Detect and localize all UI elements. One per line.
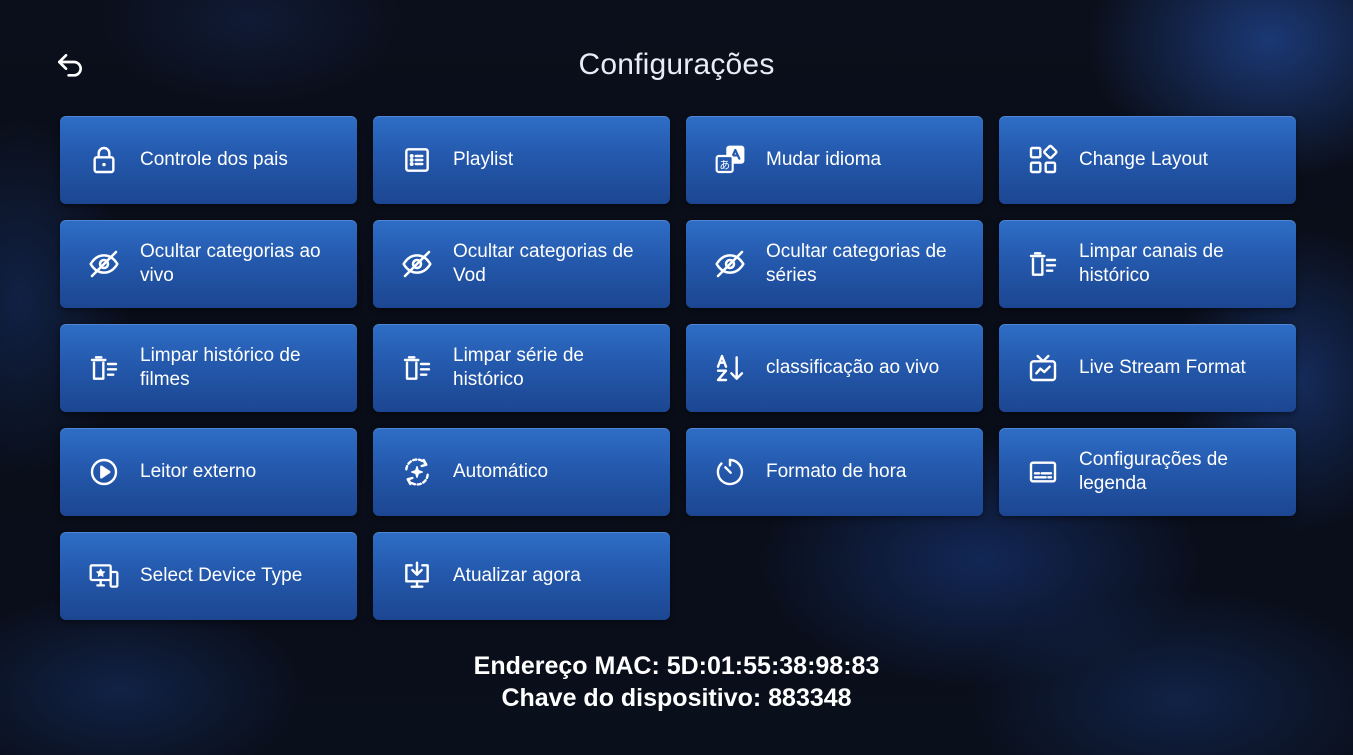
eye-off-icon bbox=[712, 246, 748, 282]
select-device-type-button[interactable]: Select Device Type bbox=[60, 532, 357, 620]
svg-text:あ: あ bbox=[719, 159, 730, 172]
clear-channel-history-button[interactable]: Limpar canais de histórico bbox=[999, 220, 1296, 308]
card-label: Mudar idioma bbox=[766, 149, 882, 170]
live-stream-format-button[interactable]: Live Stream Format bbox=[999, 324, 1296, 412]
subtitles-icon bbox=[1025, 454, 1061, 490]
card-label: Playlist bbox=[453, 149, 514, 170]
automatic-button[interactable]: Automático bbox=[373, 428, 670, 516]
card-label: classificação ao vivo bbox=[766, 357, 940, 378]
card-label: Live Stream Format bbox=[1079, 357, 1246, 378]
device-key: Chave do dispositivo: 883348 bbox=[501, 684, 852, 712]
page-title: Configurações bbox=[578, 48, 775, 81]
card-label: Atualizar agora bbox=[453, 565, 581, 586]
device-type-icon bbox=[86, 558, 122, 594]
card-label: Configurações de legenda bbox=[1079, 449, 1228, 494]
card-label: Ocultar categorias de Vod bbox=[453, 241, 634, 286]
mac-address: Endereço MAC: 5D:01:55:38:98:83 bbox=[473, 652, 880, 680]
card-label: Controle dos pais bbox=[140, 149, 288, 170]
time-format-button[interactable]: Formato de hora bbox=[686, 428, 983, 516]
card-label: Limpar série de histórico bbox=[453, 345, 584, 390]
play-circle-icon bbox=[86, 454, 122, 490]
eye-off-icon bbox=[399, 246, 435, 282]
card-label: Limpar canais de histórico bbox=[1079, 241, 1224, 286]
sort-az-icon bbox=[712, 350, 748, 386]
hide-live-categories-button[interactable]: Ocultar categorias ao vivo bbox=[60, 220, 357, 308]
clear-series-history-button[interactable]: Limpar série de histórico bbox=[373, 324, 670, 412]
layout-icon bbox=[1025, 142, 1061, 178]
live-sort-button[interactable]: classificação ao vivo bbox=[686, 324, 983, 412]
change-language-button[interactable]: あ Mudar idioma bbox=[686, 116, 983, 204]
eye-off-icon bbox=[86, 246, 122, 282]
update-now-button[interactable]: Atualizar agora bbox=[373, 532, 670, 620]
timer-icon bbox=[712, 454, 748, 490]
playlist-icon bbox=[399, 142, 435, 178]
external-player-button[interactable]: Leitor externo bbox=[60, 428, 357, 516]
download-update-icon bbox=[399, 558, 435, 594]
parental-control-button[interactable]: Controle dos pais bbox=[60, 116, 357, 204]
card-label: Select Device Type bbox=[140, 565, 303, 586]
clear-history-icon bbox=[86, 350, 122, 386]
card-label: Change Layout bbox=[1079, 149, 1208, 170]
device-info: Endereço MAC: 5D:01:55:38:98:83 Chave do… bbox=[0, 650, 1353, 714]
clear-history-icon bbox=[399, 350, 435, 386]
subtitle-settings-button[interactable]: Configurações de legenda bbox=[999, 428, 1296, 516]
hide-vod-categories-button[interactable]: Ocultar categorias de Vod bbox=[373, 220, 670, 308]
auto-refresh-icon bbox=[399, 454, 435, 490]
card-label: Ocultar categorias ao vivo bbox=[140, 241, 321, 286]
clear-history-icon bbox=[1025, 246, 1061, 282]
card-label: Leitor externo bbox=[140, 461, 257, 482]
card-label: Ocultar categorias de séries bbox=[766, 241, 947, 286]
card-label: Automático bbox=[453, 461, 549, 482]
card-label: Formato de hora bbox=[766, 461, 907, 482]
card-label: Limpar histórico de filmes bbox=[140, 345, 301, 390]
playlist-button[interactable]: Playlist bbox=[373, 116, 670, 204]
hide-series-categories-button[interactable]: Ocultar categorias de séries bbox=[686, 220, 983, 308]
settings-grid: Controle dos pais Playlist あ Mudar idiom… bbox=[60, 116, 1296, 620]
clear-movie-history-button[interactable]: Limpar histórico de filmes bbox=[60, 324, 357, 412]
lock-icon bbox=[86, 142, 122, 178]
live-tv-icon bbox=[1025, 350, 1061, 386]
translate-icon: あ bbox=[712, 142, 748, 178]
change-layout-button[interactable]: Change Layout bbox=[999, 116, 1296, 204]
